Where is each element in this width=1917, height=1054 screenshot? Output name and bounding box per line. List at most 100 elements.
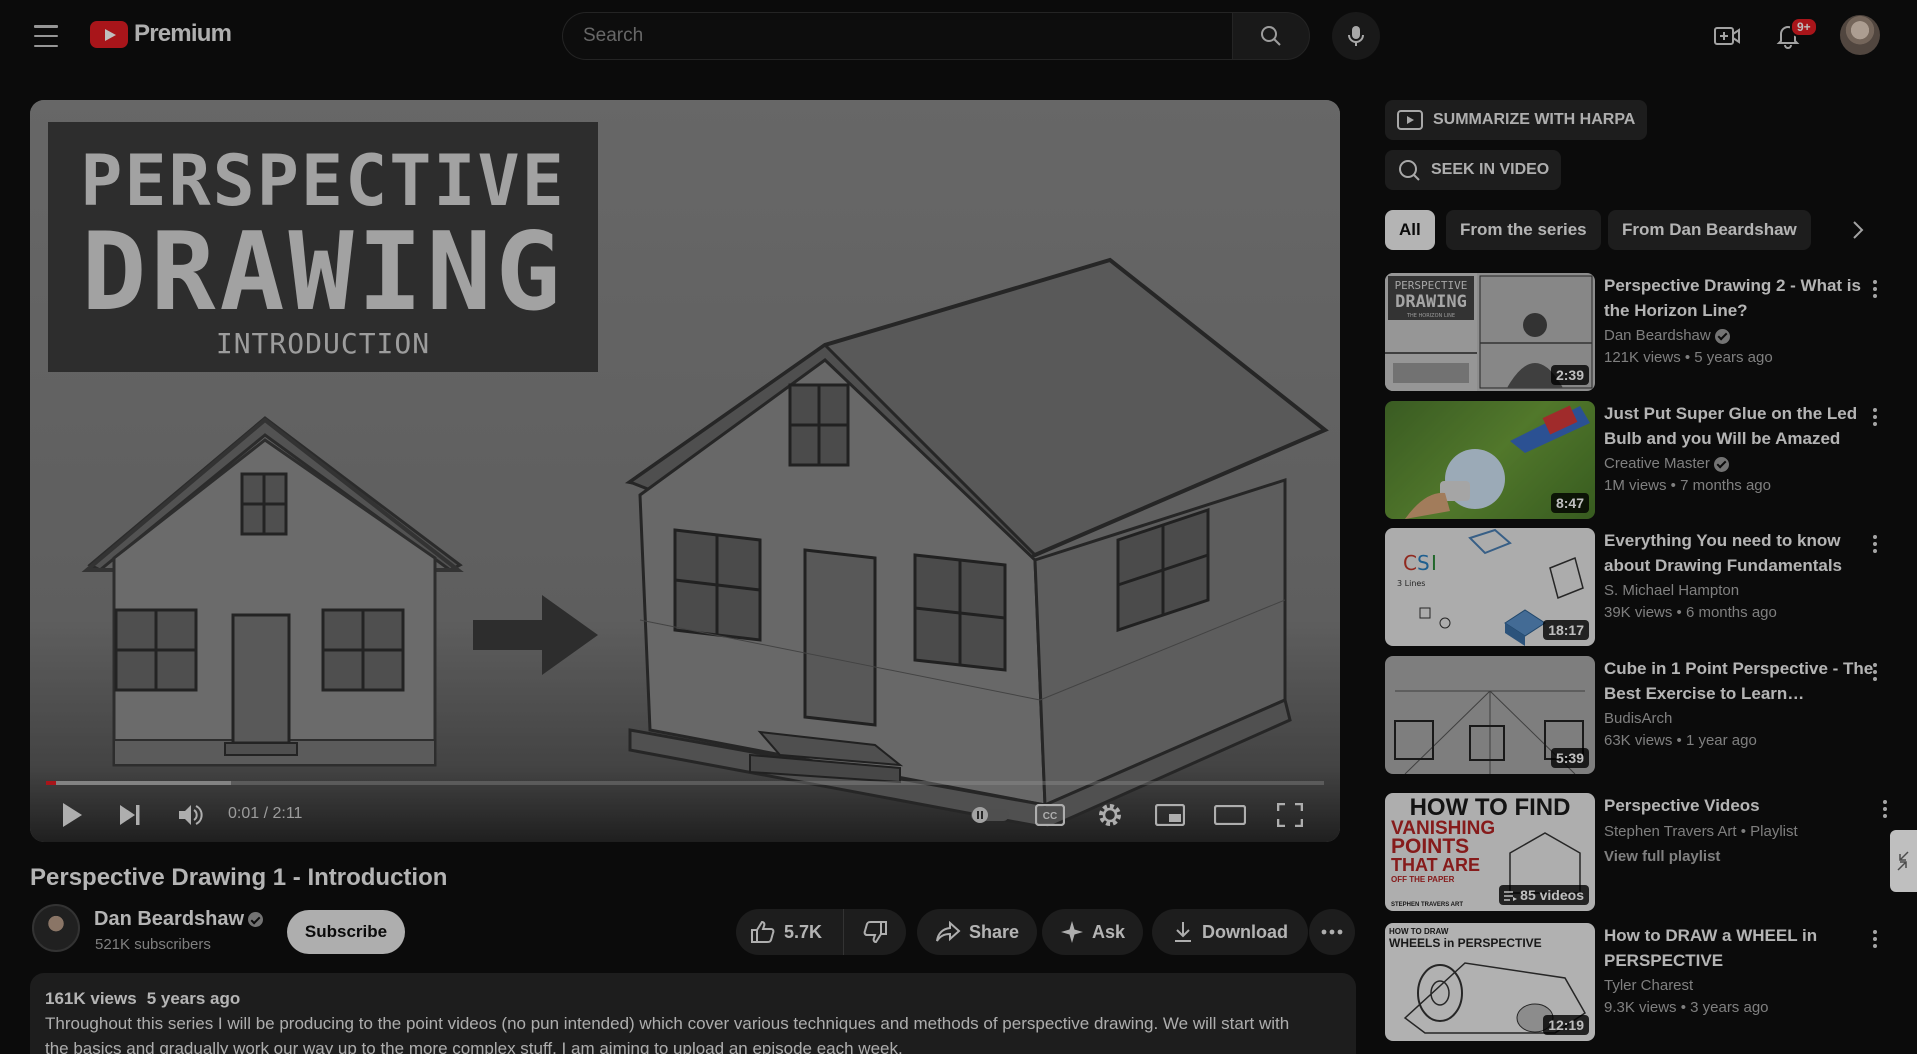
youtube-premium-logo[interactable]: Premium bbox=[90, 20, 232, 48]
video-meta: 121K views • 5 years ago bbox=[1604, 349, 1773, 366]
notifications-button[interactable]: 9+ bbox=[1768, 16, 1818, 56]
view-full-playlist-link[interactable]: View full playlist bbox=[1604, 848, 1720, 865]
playlist-icon bbox=[1504, 891, 1518, 902]
download-button[interactable]: Download bbox=[1152, 909, 1308, 955]
video-meta: 39K views • 6 months ago bbox=[1604, 604, 1777, 621]
like-count: 5.7K bbox=[784, 921, 823, 942]
more-actions-button[interactable] bbox=[1309, 909, 1355, 955]
video-meta: 1M views • 7 months ago bbox=[1604, 477, 1771, 494]
video-thumbnail: C S I 3 Lines 18:17 bbox=[1385, 528, 1595, 646]
video-title: Perspective Drawing 1 - Introduction bbox=[30, 864, 448, 891]
subscribe-button[interactable]: Subscribe bbox=[287, 910, 405, 954]
channel-text: Dan Beardshaw bbox=[1604, 327, 1711, 344]
menu-icon[interactable] bbox=[26, 22, 66, 50]
video-title: Everything You need to know about Drawin… bbox=[1604, 531, 1843, 575]
fullscreen-button[interactable] bbox=[1270, 797, 1310, 833]
voice-search-button[interactable] bbox=[1332, 12, 1380, 60]
create-button[interactable] bbox=[1707, 16, 1747, 56]
search-button[interactable] bbox=[1232, 12, 1310, 60]
recommendation-item[interactable]: C S I 3 Lines 18:17 Everything You need … bbox=[1385, 528, 1900, 646]
captions-button[interactable]: CC bbox=[1030, 797, 1070, 833]
volume-button[interactable] bbox=[170, 797, 210, 833]
more-icon[interactable] bbox=[1872, 795, 1898, 823]
chips-next-button[interactable] bbox=[1840, 212, 1876, 248]
channel-name: Creative Master bbox=[1604, 455, 1729, 472]
subscriber-count: 521K subscribers bbox=[95, 936, 211, 953]
search-input[interactable] bbox=[562, 12, 1232, 60]
video-title: Perspective Drawing 2 - What is the Hori… bbox=[1604, 276, 1861, 320]
channel-name: BudisArch bbox=[1604, 710, 1673, 727]
settings-button[interactable] bbox=[1090, 797, 1130, 833]
miniplayer-button[interactable] bbox=[1150, 797, 1190, 833]
more-icon[interactable] bbox=[1862, 403, 1888, 431]
thumb-text-wheels: WHEELS in PERSPECTIVE bbox=[1389, 936, 1542, 950]
like-button[interactable]: 5.7K bbox=[736, 909, 844, 955]
svg-text:I: I bbox=[1431, 551, 1437, 575]
svg-text:S: S bbox=[1417, 551, 1430, 575]
theater-icon bbox=[1214, 805, 1246, 825]
channel-avatar[interactable] bbox=[32, 904, 80, 952]
progress-loaded bbox=[46, 781, 232, 785]
more-icon[interactable] bbox=[1862, 530, 1888, 558]
thumbs-up-icon bbox=[751, 920, 775, 943]
chip-from-series[interactable]: From the series bbox=[1446, 210, 1601, 250]
title-card-line3: INTRODUCTION bbox=[215, 327, 431, 360]
miniplayer-icon bbox=[1155, 804, 1185, 826]
share-button[interactable]: Share bbox=[917, 909, 1038, 955]
video-player[interactable]: PERSPECTIVE DRAWING INTRODUCTION 0:01 / … bbox=[30, 100, 1340, 842]
more-icon[interactable] bbox=[1862, 275, 1888, 303]
playlist-channel: Stephen Travers Art • Playlist bbox=[1604, 823, 1798, 840]
more-icon[interactable] bbox=[1862, 658, 1888, 686]
create-icon bbox=[1714, 27, 1740, 45]
search-bar bbox=[562, 12, 1310, 60]
playlist-count: 85 videos bbox=[1499, 885, 1589, 905]
upload-age: 5 years ago bbox=[146, 989, 241, 1008]
description-box[interactable]: 161K views 5 years ago Throughout this se… bbox=[30, 973, 1356, 1054]
playlist-item[interactable]: HOW TO FIND VANISHING POINTS THAT ARE OF… bbox=[1385, 793, 1900, 911]
video-duration: 18:17 bbox=[1543, 620, 1589, 640]
chip-all[interactable]: All bbox=[1385, 210, 1435, 250]
time-display: 0:01 / 2:11 bbox=[228, 805, 303, 822]
recommendation-item[interactable]: 5:39 Cube in 1 Point Perspective - The B… bbox=[1385, 656, 1900, 774]
ask-button[interactable]: Ask bbox=[1042, 909, 1144, 955]
seek-in-video-button[interactable]: SEEK IN VIDEO bbox=[1385, 150, 1562, 190]
channel-name: S. Michael Hampton bbox=[1604, 582, 1740, 599]
video-frame: PERSPECTIVE DRAWING INTRODUCTION bbox=[30, 100, 1340, 842]
extension-side-handle[interactable] bbox=[1890, 830, 1917, 892]
svg-text:C: C bbox=[1403, 551, 1417, 575]
description-line-1: Throughout this series I will be produci… bbox=[45, 1014, 1290, 1033]
recommendation-item[interactable]: HOW TO DRAW WHEELS in PERSPECTIVE 12:19 … bbox=[1385, 923, 1900, 1041]
autoplay-toggle[interactable] bbox=[970, 797, 1010, 833]
mic-icon bbox=[1348, 26, 1364, 46]
chip-from-channel[interactable]: From Dan Beardshaw bbox=[1608, 210, 1811, 250]
next-button[interactable] bbox=[110, 797, 150, 833]
channel-name: Dan Beardshaw bbox=[1604, 327, 1730, 344]
top-bar: Premium 9+ bbox=[0, 0, 1917, 72]
recommendation-item[interactable]: PERSPECTIVE DRAWING THE HORIZON LINE 2:3… bbox=[1385, 273, 1900, 391]
title-card: PERSPECTIVE DRAWING INTRODUCTION bbox=[48, 122, 598, 372]
progress-bar[interactable] bbox=[46, 781, 1324, 785]
more-icon[interactable] bbox=[1862, 925, 1888, 953]
theater-mode-button[interactable] bbox=[1210, 797, 1250, 833]
seek-label: SEEK IN VIDEO bbox=[1431, 161, 1550, 178]
video-title: How to DRAW a WHEEL in PERSPECTIVE bbox=[1604, 926, 1818, 970]
dislike-button[interactable] bbox=[844, 909, 906, 955]
video-duration: 5:39 bbox=[1550, 748, 1589, 768]
share-icon bbox=[936, 921, 961, 942]
like-dislike-group: 5.7K bbox=[736, 909, 906, 955]
video-meta: 63K views • 1 year ago bbox=[1604, 732, 1757, 749]
play-button[interactable] bbox=[52, 797, 92, 833]
verified-icon bbox=[1714, 328, 1730, 344]
account-avatar[interactable] bbox=[1840, 15, 1880, 55]
volume-icon bbox=[179, 805, 203, 825]
video-duration: 8:47 bbox=[1550, 493, 1589, 513]
playlist-count-text: 85 videos bbox=[1520, 887, 1584, 903]
thumb-text-offpaper: OFF THE PAPER bbox=[1391, 875, 1455, 884]
sparkle-icon bbox=[1061, 921, 1083, 943]
download-icon bbox=[1175, 922, 1191, 942]
summarize-harpa-button[interactable]: SUMMARIZE WITH HARPA bbox=[1385, 100, 1648, 140]
recommendation-item[interactable]: 8:47 Just Put Super Glue on the Led Bulb… bbox=[1385, 401, 1900, 519]
channel-name-link[interactable]: Dan Beardshaw bbox=[94, 908, 264, 931]
channel-name: Dan Beardshaw bbox=[94, 908, 245, 930]
svg-text:CC: CC bbox=[1043, 811, 1057, 822]
